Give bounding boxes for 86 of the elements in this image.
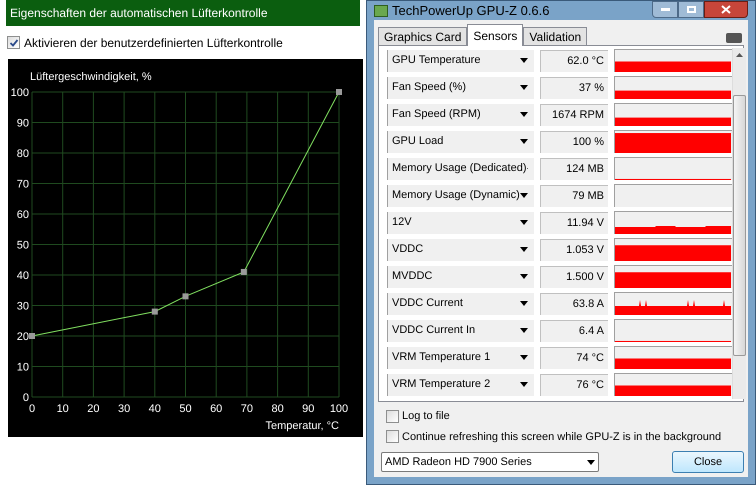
sensor-dropdown[interactable]: VRM Temperature 2 xyxy=(387,374,534,396)
dropdown-arrow-icon xyxy=(520,328,528,333)
checkbox-label: Continue refreshing this screen while GPU-Z is in the background xyxy=(402,430,722,444)
sensor-dropdown[interactable]: MVDDC xyxy=(387,266,534,288)
dropdown-arrow-icon xyxy=(520,247,528,252)
close-icon xyxy=(721,5,731,14)
maximize-button[interactable] xyxy=(678,1,704,18)
checkbox-label: Log to file xyxy=(402,409,450,424)
sensor-dropdown[interactable]: GPU Temperature xyxy=(387,50,534,72)
dropdown-arrow-icon xyxy=(520,58,528,63)
axis-tick-label: 0 xyxy=(28,403,36,415)
panel-title: Eigenschaften der automatischen Lüfterkontrolle xyxy=(6,0,360,26)
axis-tick-label: 100 xyxy=(330,403,348,415)
axis-tick-label: 60 xyxy=(210,403,222,415)
axis-tick-label: 70 xyxy=(240,403,254,415)
minimize-button[interactable] xyxy=(652,1,678,18)
dropdown-arrow-icon xyxy=(520,220,528,225)
scrollbar[interactable] xyxy=(732,48,746,399)
app-icon xyxy=(374,4,388,16)
axis-tick-label: 70 xyxy=(16,178,29,190)
dropdown-arrow-icon xyxy=(520,274,528,279)
checkbox[interactable] xyxy=(386,410,399,423)
sensor-value: 11.94 V xyxy=(540,212,608,234)
sensor-dropdown[interactable]: Fan Speed (RPM) xyxy=(387,104,534,126)
dropdown-arrow-icon xyxy=(520,193,528,198)
control-point[interactable] xyxy=(240,268,247,275)
axis-tick-label: 60 xyxy=(16,209,29,221)
sensor-value: 76 °C xyxy=(540,374,608,396)
sensor-value: 63.8 A xyxy=(540,292,608,314)
axis-tick-label: 40 xyxy=(148,403,161,415)
sensor-dropdown[interactable]: Memory Usage (Dynamic) xyxy=(387,184,534,206)
axis-tick-label: 30 xyxy=(118,403,130,415)
sensor-dropdown[interactable]: VRM Temperature 1 xyxy=(387,346,534,368)
axis-tick-label: 100 xyxy=(10,87,29,99)
tab[interactable]: Sensors xyxy=(467,24,524,46)
control-point[interactable] xyxy=(152,308,158,315)
sensor-dropdown[interactable]: Memory Usage (Dedicated) xyxy=(387,158,534,180)
sensor-value: 124 MB xyxy=(540,158,608,180)
window-title: TechPowerUp GPU-Z 0.6.6 xyxy=(392,2,550,20)
device-select[interactable]: AMD Radeon HD 7900 Series xyxy=(381,452,599,472)
dropdown-arrow-icon xyxy=(520,382,528,387)
dropdown-arrow-icon xyxy=(520,355,528,360)
dropdown-arrow-icon xyxy=(520,139,528,144)
sensor-value: 74 °C xyxy=(540,346,608,368)
axis-tick-label: 10 xyxy=(56,403,69,415)
control-point[interactable] xyxy=(182,293,188,300)
tab[interactable]: Graphics Card xyxy=(378,27,468,45)
sensor-value: 1674 RPM xyxy=(540,104,608,126)
axis-tick-label: 10 xyxy=(16,362,29,374)
sensor-value: 62.0 °C xyxy=(540,50,608,72)
axis-tick-label: 20 xyxy=(16,331,29,343)
sensor-dropdown[interactable]: 12V xyxy=(387,212,534,234)
axis-title: Lüftergeschwindigkeit, % xyxy=(30,71,152,83)
sensor-value: 1.053 V xyxy=(540,238,608,260)
dropdown-arrow-icon xyxy=(587,460,595,464)
checkbox[interactable] xyxy=(386,430,399,444)
sensor-value: 79 MB xyxy=(540,184,608,206)
sensor-dropdown[interactable]: VDDC xyxy=(387,238,534,260)
axis-tick-label: 90 xyxy=(302,403,314,415)
dropdown-arrow-icon xyxy=(520,301,528,306)
close-button[interactable] xyxy=(704,1,748,18)
axis-title: Temperatur, °C xyxy=(266,420,339,432)
dropdown-arrow-icon xyxy=(520,112,528,117)
sensor-dropdown[interactable]: Fan Speed (%) xyxy=(387,76,534,98)
sensor-value: 100 % xyxy=(540,130,608,152)
sensor-dropdown[interactable]: VDDC Current xyxy=(387,292,534,314)
dropdown-arrow-icon xyxy=(520,85,528,90)
sensor-value: 37 % xyxy=(540,76,608,98)
axis-tick-label: 80 xyxy=(16,148,29,160)
axis-tick-label: 50 xyxy=(16,240,29,252)
axis-tick-label: 50 xyxy=(179,403,192,415)
axis-tick-label: 80 xyxy=(271,403,284,415)
scroll-up-arrow-icon xyxy=(736,53,743,57)
sensor-value: 1.500 V xyxy=(540,266,608,288)
axis-tick-label: 0 xyxy=(22,392,29,404)
axis-tick-label: 90 xyxy=(16,118,29,130)
axis-tick-label: 20 xyxy=(87,403,100,415)
axis-tick-label: 40 xyxy=(16,270,29,282)
sensor-value: 6.4 A xyxy=(540,320,608,342)
tab[interactable]: Validation xyxy=(523,27,588,45)
checkbox-label: Aktivieren der benutzerdefinierten Lüfterkontrolle xyxy=(24,34,283,52)
sensor-dropdown[interactable]: VDDC Current In xyxy=(387,320,534,342)
axis-tick-label: 30 xyxy=(16,300,29,312)
close-dialog-button[interactable]: Close xyxy=(672,451,744,473)
sensor-dropdown[interactable]: GPU Load xyxy=(387,130,534,152)
checkbox[interactable] xyxy=(7,36,20,49)
